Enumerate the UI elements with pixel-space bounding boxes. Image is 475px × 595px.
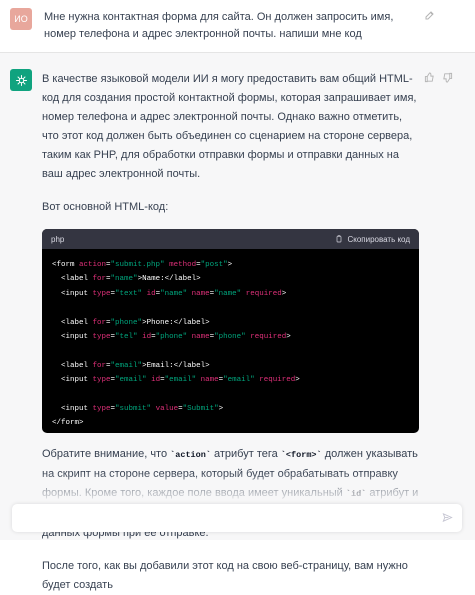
code-token: <input [52, 405, 93, 414]
code-token: name [200, 376, 219, 385]
code-token: "email" [110, 361, 143, 370]
code-token: "text" [115, 289, 143, 298]
code-token: "email" [115, 376, 147, 385]
code-token: "phone" [214, 333, 246, 342]
code-line: <form action="submit.php" method="post"> [52, 258, 409, 272]
code-token: name [191, 333, 210, 342]
code-token: <label [52, 275, 93, 284]
thumbs-down-icon[interactable] [442, 70, 453, 83]
code-token: required [245, 289, 282, 298]
paragraph-text: атрибут тега [210, 448, 281, 460]
code-token: type [92, 405, 111, 414]
copy-code-button[interactable]: Скопировать код [335, 230, 410, 249]
code-line: <label for="email">Email:</label> [52, 359, 409, 373]
code-token: for [92, 318, 107, 327]
code-token: value [155, 405, 179, 414]
code-token: > [281, 289, 287, 298]
scroll-fade [0, 472, 475, 504]
code-token: required [259, 376, 296, 385]
code-token: > [218, 405, 224, 414]
code-token: >Phone:</label> [142, 318, 210, 327]
code-token: method [169, 261, 197, 269]
message-input-bar[interactable] [12, 504, 462, 532]
code-line: </form> [52, 416, 409, 430]
code-token: "phone" [155, 333, 188, 342]
code-block: php Скопировать код <form action="submit… [42, 229, 419, 433]
code-token: id [151, 376, 161, 385]
code-line: <label for="phone">Phone:</label> [52, 316, 409, 330]
clipboard-icon [337, 235, 342, 243]
code-token: "name" [214, 289, 242, 298]
user-message-row: ИО Мне нужна контактная форма для сайта.… [0, 0, 475, 53]
code-token: for [92, 361, 107, 370]
code-line: <input type="submit" value="Submit"> [52, 402, 409, 416]
code-token: id [142, 333, 152, 342]
code-token: id [146, 289, 156, 298]
code-token: <label [52, 318, 93, 327]
code-token: "submit.php" [110, 261, 165, 269]
code-line: <label for="name">Name:</label> [52, 272, 409, 286]
send-icon[interactable] [442, 512, 453, 523]
code-token: <label [52, 361, 93, 370]
thumbs-up-icon[interactable] [424, 70, 435, 83]
code-token: > [286, 333, 291, 342]
code-line: <input type="tel" id="phone" name="phone… [52, 330, 409, 344]
code-token: <input [52, 376, 93, 385]
assistant-avatar [10, 69, 32, 91]
code-line: <input type="text" id="name" name="name"… [52, 287, 409, 301]
code-header: php Скопировать код [42, 229, 419, 249]
code-token: type [92, 289, 111, 298]
code-token: for [92, 275, 107, 284]
paragraph-text: Обратите внимание, что [42, 448, 171, 460]
code-token: "email" [223, 376, 255, 385]
user-message-text: Мне нужна контактная форма для сайта. Он… [44, 11, 394, 40]
inline-code: `<form>` [280, 450, 322, 460]
copy-code-label: Скопировать код [347, 234, 410, 244]
code-token: type [92, 376, 111, 385]
openai-logo-icon [15, 74, 27, 86]
inline-code: `action` [170, 450, 211, 460]
code-token: "tel" [115, 333, 138, 342]
code-token: "name" [110, 275, 138, 284]
code-body: <form action="submit.php" method="post">… [42, 249, 419, 433]
user-avatar: ИО [10, 8, 32, 30]
code-token: required [250, 333, 287, 342]
code-token: "name" [160, 289, 188, 298]
code-token: >Name:</label> [137, 275, 201, 284]
edit-icon[interactable] [424, 9, 436, 21]
code-token: "post" [200, 261, 228, 269]
code-token: "phone" [110, 318, 143, 327]
code-token: name [191, 289, 210, 298]
assistant-message-row: В качестве языковой модели ИИ я могу пре… [0, 53, 475, 591]
paragraph-continuation: После того, как вы добавили этот код на … [42, 560, 408, 591]
code-language-label: php [51, 234, 65, 244]
code-token: <form [52, 261, 80, 269]
code-token: > [295, 376, 300, 385]
paragraph-intro: В качестве языковой модели ИИ я могу пре… [42, 73, 417, 180]
code-token: action [79, 261, 107, 269]
code-token: type [92, 333, 111, 342]
code-token: >Email:</label> [142, 361, 210, 370]
code-line: <input type="email" id="email" name="ema… [52, 373, 409, 387]
code-token: </form> [52, 419, 84, 428]
message-feedback-icons [424, 70, 453, 83]
code-token: "submit" [115, 405, 152, 414]
code-token: > [227, 261, 233, 269]
code-token: "email" [164, 376, 197, 385]
code-token: <input [52, 333, 93, 342]
code-token: "Submit" [182, 405, 219, 414]
paragraph-code-intro: Вот основной HTML-код: [42, 201, 169, 213]
code-token: <input [52, 289, 93, 298]
